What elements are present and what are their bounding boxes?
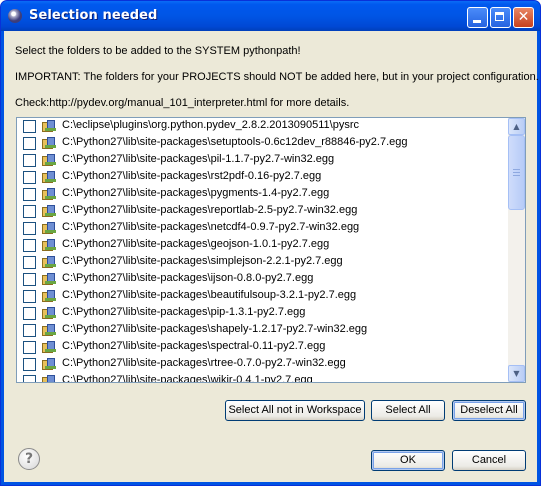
- scroll-up-button[interactable]: ▲: [508, 118, 525, 135]
- library-folder-icon: [42, 375, 56, 382]
- library-folder-icon: [42, 273, 56, 286]
- important-text: IMPORTANT: The folders for your PROJECTS…: [15, 71, 539, 83]
- vertical-scrollbar[interactable]: ▲ ▼: [508, 118, 525, 382]
- select-all-button[interactable]: Select All: [371, 400, 445, 421]
- folder-path: C:\Python27\lib\site-packages\pygments-1…: [62, 187, 330, 199]
- maximize-button[interactable]: [490, 7, 511, 28]
- library-folder-icon: [42, 256, 56, 269]
- folder-path: C:\Python27\lib\site-packages\geojson-1.…: [62, 238, 330, 250]
- folder-row[interactable]: C:\Python27\lib\site-packages\pil-1.1.7-…: [17, 152, 507, 169]
- folder-path: C:\Python27\lib\site-packages\rst2pdf-0.…: [62, 170, 322, 182]
- minimize-icon: [473, 20, 481, 23]
- folder-row[interactable]: C:\Python27\lib\site-packages\simplejson…: [17, 254, 507, 271]
- check-link-text: Check:http://pydev.org/manual_101_interp…: [15, 97, 350, 109]
- folder-checkbox[interactable]: [23, 137, 36, 150]
- folder-row[interactable]: C:\Python27\lib\site-packages\netcdf4-0.…: [17, 220, 507, 237]
- chevron-down-icon: ▼: [513, 369, 520, 378]
- folder-checkbox[interactable]: [23, 341, 36, 354]
- folder-row[interactable]: C:\Python27\lib\site-packages\setuptools…: [17, 135, 507, 152]
- chevron-up-icon: ▲: [513, 122, 520, 131]
- folder-checkbox[interactable]: [23, 256, 36, 269]
- folder-checkbox[interactable]: [23, 307, 36, 320]
- folder-list[interactable]: C:\eclipse\plugins\org.python.pydev_2.8.…: [16, 117, 526, 383]
- folder-path: C:\Python27\lib\site-packages\netcdf4-0.…: [62, 221, 360, 233]
- folder-row[interactable]: C:\Python27\lib\site-packages\rtree-0.7.…: [17, 356, 507, 373]
- window-title: Selection needed: [29, 8, 158, 23]
- folder-path: C:\Python27\lib\site-packages\reportlab-…: [62, 204, 358, 216]
- folder-checkbox[interactable]: [23, 324, 36, 337]
- folder-checkbox[interactable]: [23, 290, 36, 303]
- library-folder-icon: [42, 307, 56, 320]
- folder-row[interactable]: C:\Python27\lib\site-packages\pygments-1…: [17, 186, 507, 203]
- library-folder-icon: [42, 324, 56, 337]
- folder-row[interactable]: C:\Python27\lib\site-packages\geojson-1.…: [17, 237, 507, 254]
- cancel-button[interactable]: Cancel: [452, 450, 526, 471]
- library-folder-icon: [42, 341, 56, 354]
- library-folder-icon: [42, 154, 56, 167]
- folder-checkbox[interactable]: [23, 358, 36, 371]
- library-folder-icon: [42, 171, 56, 184]
- close-button[interactable]: ✕: [513, 7, 534, 28]
- folder-row[interactable]: C:\Python27\lib\site-packages\pip-1.3.1-…: [17, 305, 507, 322]
- folder-row[interactable]: C:\Python27\lib\site-packages\ijson-0.8.…: [17, 271, 507, 288]
- folder-path: C:\Python27\lib\site-packages\rtree-0.7.…: [62, 357, 346, 369]
- folder-checkbox[interactable]: [23, 120, 36, 133]
- library-folder-icon: [42, 205, 56, 218]
- folder-row[interactable]: C:\eclipse\plugins\org.python.pydev_2.8.…: [17, 118, 507, 135]
- library-folder-icon: [42, 188, 56, 201]
- selection-dialog: Selection needed ✕ Select the folders to…: [0, 0, 541, 486]
- dialog-body: Select the folders to be added to the SY…: [4, 31, 539, 482]
- grip-line: [513, 175, 520, 176]
- folder-row[interactable]: C:\Python27\lib\site-packages\beautifuls…: [17, 288, 507, 305]
- select-all-not-in-workspace-button[interactable]: Select All not in Workspace: [225, 400, 365, 421]
- folder-checkbox[interactable]: [23, 222, 36, 235]
- instruction-text: Select the folders to be added to the SY…: [15, 45, 301, 57]
- help-button[interactable]: ?: [18, 448, 40, 470]
- folder-checkbox[interactable]: [23, 375, 36, 382]
- folder-checkbox[interactable]: [23, 154, 36, 167]
- folder-path: C:\Python27\lib\site-packages\shapely-1.…: [62, 323, 368, 335]
- folder-row[interactable]: C:\Python27\lib\site-packages\rst2pdf-0.…: [17, 169, 507, 186]
- folder-checkbox[interactable]: [23, 239, 36, 252]
- help-icon: ?: [24, 451, 34, 467]
- app-icon: [8, 9, 22, 23]
- folder-path: C:\Python27\lib\site-packages\wikir-0.4.…: [62, 374, 313, 383]
- close-icon: ✕: [517, 9, 530, 25]
- folder-path: C:\Python27\lib\site-packages\pip-1.3.1-…: [62, 306, 306, 318]
- library-folder-icon: [42, 239, 56, 252]
- ok-button[interactable]: OK: [371, 450, 445, 471]
- folder-row[interactable]: C:\Python27\lib\site-packages\shapely-1.…: [17, 322, 507, 339]
- folder-row[interactable]: C:\Python27\lib\site-packages\spectral-0…: [17, 339, 507, 356]
- library-folder-icon: [42, 137, 56, 150]
- folder-checkbox[interactable]: [23, 188, 36, 201]
- folder-path: C:\Python27\lib\site-packages\spectral-0…: [62, 340, 326, 352]
- library-folder-icon: [42, 222, 56, 235]
- folder-path: C:\Python27\lib\site-packages\setuptools…: [62, 136, 408, 148]
- scroll-thumb[interactable]: [508, 135, 525, 210]
- grip-line: [513, 169, 520, 170]
- folder-checkbox[interactable]: [23, 273, 36, 286]
- folder-checkbox[interactable]: [23, 171, 36, 184]
- grip-line: [513, 172, 520, 173]
- folder-row[interactable]: C:\Python27\lib\site-packages\wikir-0.4.…: [17, 373, 507, 383]
- library-folder-icon: [42, 120, 56, 133]
- folder-checkbox[interactable]: [23, 205, 36, 218]
- folder-path: C:\eclipse\plugins\org.python.pydev_2.8.…: [62, 119, 359, 131]
- title-bar[interactable]: Selection needed ✕: [1, 1, 540, 31]
- folder-path: C:\Python27\lib\site-packages\ijson-0.8.…: [62, 272, 314, 284]
- folder-row[interactable]: C:\Python27\lib\site-packages\reportlab-…: [17, 203, 507, 220]
- library-folder-icon: [42, 290, 56, 303]
- folder-path: C:\Python27\lib\site-packages\pil-1.1.7-…: [62, 153, 335, 165]
- deselect-all-button[interactable]: Deselect All: [452, 400, 526, 421]
- library-folder-icon: [42, 358, 56, 371]
- folder-path: C:\Python27\lib\site-packages\beautifuls…: [62, 289, 357, 301]
- scroll-down-button[interactable]: ▼: [508, 365, 525, 382]
- folder-path: C:\Python27\lib\site-packages\simplejson…: [62, 255, 343, 267]
- maximize-icon: [495, 12, 504, 21]
- minimize-button[interactable]: [467, 7, 488, 28]
